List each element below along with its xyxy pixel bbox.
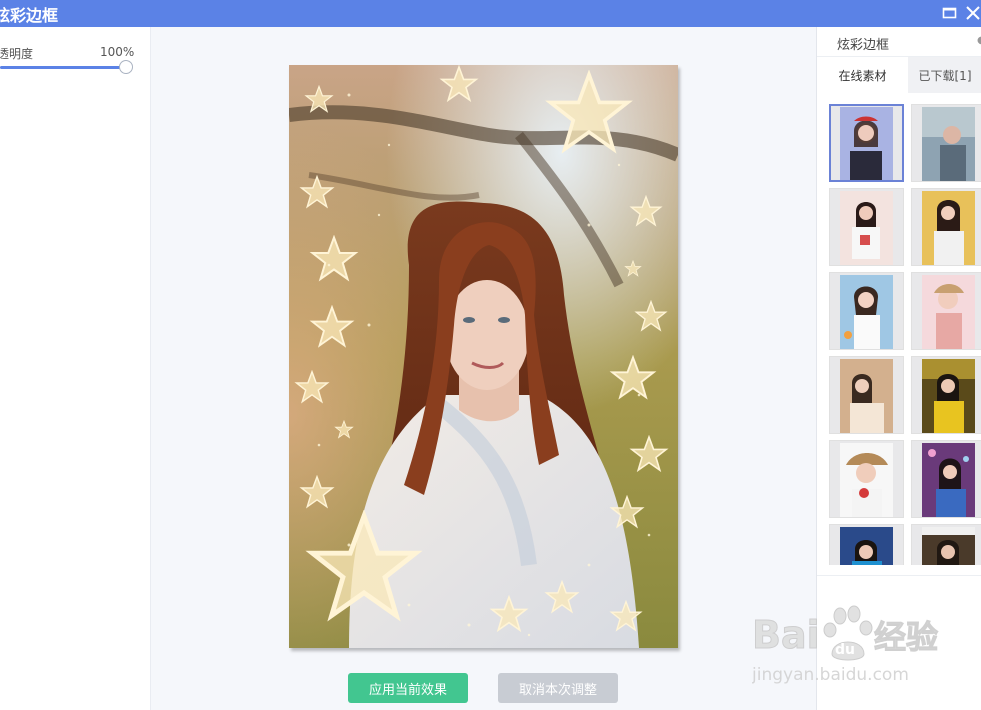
preview-area: 应用当前效果 取消本次调整 bbox=[152, 27, 815, 710]
svg-text:经验: 经验 bbox=[874, 618, 938, 656]
settings-panel: 透明度 100% bbox=[0, 27, 151, 710]
close-button[interactable] bbox=[964, 4, 981, 22]
apply-effect-button[interactable]: 应用当前效果 bbox=[348, 673, 468, 703]
svg-text:du: du bbox=[835, 642, 855, 658]
title-bar: 炫彩边框 bbox=[0, 0, 981, 27]
opacity-value: 100% bbox=[100, 45, 135, 59]
opacity-slider-thumb[interactable] bbox=[119, 60, 133, 74]
panel-header: 炫彩边框 ● bbox=[817, 27, 981, 57]
frame-thumbnail[interactable] bbox=[829, 524, 904, 565]
frame-thumbnail[interactable] bbox=[829, 356, 904, 434]
opacity-slider-track[interactable] bbox=[0, 66, 126, 69]
frame-thumbnail[interactable] bbox=[911, 272, 981, 350]
maximize-icon bbox=[942, 7, 957, 19]
preview-photo bbox=[289, 65, 678, 648]
tab-bar: 在线素材 已下载[1] bbox=[817, 57, 981, 93]
tab-downloaded[interactable]: 已下载[1] bbox=[908, 57, 981, 93]
opacity-label: 透明度 bbox=[0, 47, 34, 61]
panel-title: 炫彩边框 bbox=[837, 38, 890, 53]
svg-text:jingyan.baidu.com: jingyan.baidu.com bbox=[752, 665, 909, 685]
thumbnail-grid bbox=[817, 93, 981, 565]
window-title: 炫彩边框 bbox=[0, 6, 59, 25]
frame-thumbnail[interactable] bbox=[829, 104, 904, 182]
frame-thumbnail[interactable] bbox=[829, 188, 904, 266]
frame-thumbnail[interactable] bbox=[911, 440, 981, 518]
close-icon bbox=[966, 6, 980, 20]
maximize-button[interactable] bbox=[941, 4, 959, 22]
tab-online-materials[interactable]: 在线素材 bbox=[817, 57, 908, 93]
frame-thumbnail[interactable] bbox=[829, 440, 904, 518]
frame-thumbnail[interactable] bbox=[911, 188, 981, 266]
frame-thumbnail[interactable] bbox=[911, 524, 981, 565]
baidu-jingyan-watermark: Bai du 经验 jingyan.baidu.com bbox=[751, 600, 981, 690]
svg-text:Bai: Bai bbox=[752, 613, 820, 657]
frame-thumbnail[interactable] bbox=[911, 356, 981, 434]
frame-thumbnail[interactable] bbox=[829, 272, 904, 350]
cancel-adjust-button[interactable]: 取消本次调整 bbox=[498, 673, 618, 703]
panel-divider bbox=[817, 575, 981, 576]
frame-thumbnail[interactable] bbox=[911, 104, 981, 182]
pin-icon[interactable]: ● bbox=[977, 35, 981, 46]
